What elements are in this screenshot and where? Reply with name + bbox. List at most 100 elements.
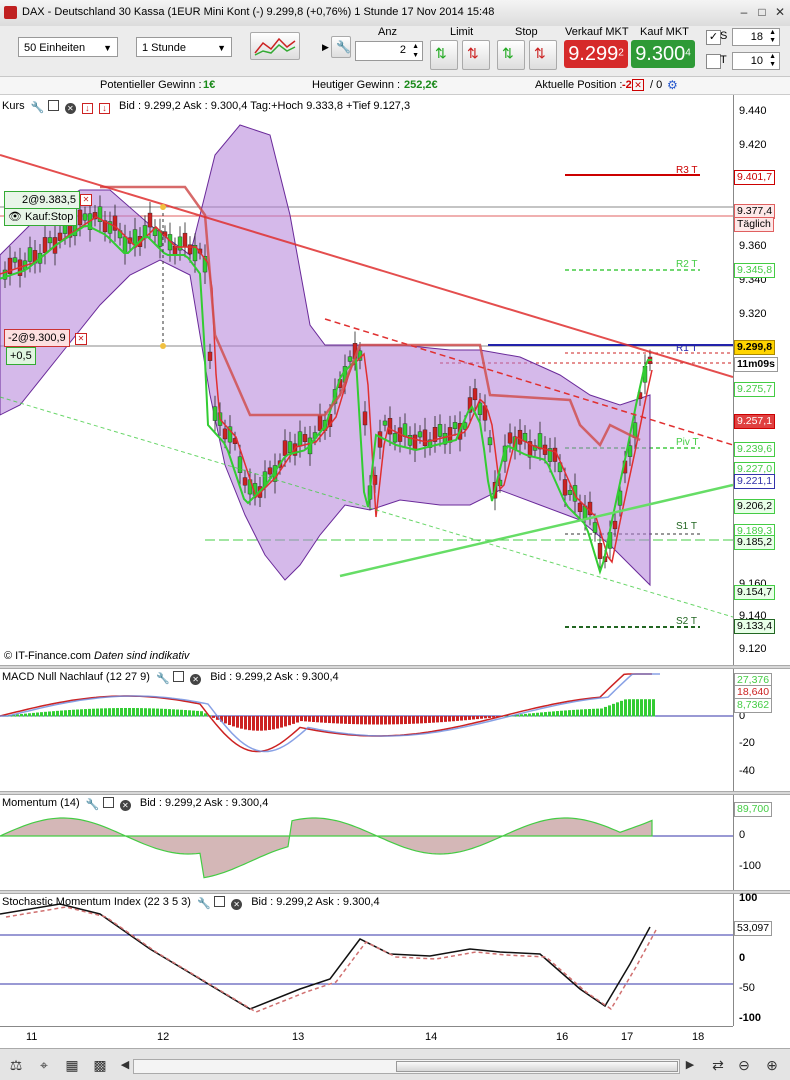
order-type-tag[interactable]: 👁 Kauf:Stop [4,208,78,226]
scroll-right-icon[interactable]: ▶ [682,1057,698,1073]
close-icon[interactable]: ✕ [231,899,243,910]
macd-histogram-bar [420,716,423,724]
time-label: 16 [556,1031,569,1043]
limit-buy-icon: ⇅ [435,45,447,61]
anz-value: 2 [399,44,406,56]
time-axis[interactable]: 11 12 13 14 16 17 18 [0,1026,733,1047]
interval-select[interactable]: 1 Stunde ▼ [136,37,232,57]
window-icon[interactable] [102,797,114,808]
bottom-toolbar: ⚖ ⌖ ▦ ▩ ◀ ▶ ⇄ ⊖ ⊕ [0,1048,790,1080]
close-icon[interactable]: ✕ [64,103,76,114]
limit-buy-button[interactable]: ⇅ [430,40,458,70]
position-label: Aktuelle Position : [535,79,623,91]
t-checkbox[interactable] [706,54,721,69]
candle-body [487,437,493,446]
macd-chart[interactable] [0,669,733,791]
scale-icon[interactable]: ⚖ [8,1057,24,1073]
buy-market-button[interactable]: 9.3004 [631,40,695,68]
smi-panel[interactable]: Stochastic Momentum Index (22 3 5 3) 🔧 ✕… [0,892,790,1026]
sell-arrow-icon[interactable]: ↓ [81,103,93,114]
position-tag-label: -2@9.300,9 [8,332,66,344]
limit-sell-button[interactable]: ⇅ [462,40,490,70]
close-position-icon[interactable]: ✕ [632,79,644,91]
fit-icon[interactable]: ⇄ [710,1057,726,1073]
candle-body [537,433,543,450]
candle-body [517,429,523,445]
candle-body [347,356,353,362]
chart-type-button[interactable] [250,32,300,60]
order-tag-buy-stop[interactable]: 2@9.383,5 [4,191,80,209]
maximize-icon[interactable]: □ [755,5,769,19]
s-checkbox[interactable]: ✓ [706,30,721,45]
price-tag: 9.185,2 [734,535,776,550]
chevron-down-icon: ▼ [217,43,226,53]
macd-histogram-bar [440,716,443,723]
candle-body [282,440,288,456]
close-icon[interactable]: ✕ [119,800,131,811]
candle-body [452,422,458,429]
wrench-button[interactable]: 🔧 [331,36,351,58]
macd-histogram-bar [160,708,163,717]
collapse-arrow-icon[interactable]: ▶ [322,42,329,53]
position-tag[interactable]: -2@9.300,9 [4,329,70,347]
axis-tick: -50 [739,982,755,994]
current-price-tag: 9.299,8 [734,340,776,355]
momentum-panel[interactable]: Momentum (14) 🔧 ✕ Bid : 9.299,2 Ask : 9.… [0,795,790,890]
stop-sell-button[interactable]: ⇅ [529,40,557,70]
momentum-panel-header: Momentum (14) 🔧 ✕ Bid : 9.299,2 Ask : 9.… [2,795,268,811]
close-icon[interactable]: ✕ [75,333,87,345]
s-field[interactable]: 18 ▲ ▼ [732,28,780,46]
candle-body [407,435,413,446]
grid-icon[interactable]: ▦ [64,1057,80,1073]
macd-histogram-bar [612,703,615,717]
minimize-icon[interactable]: – [737,5,751,19]
zoom-out-icon[interactable]: ⊖ [736,1057,752,1073]
close-icon[interactable]: ✕ [773,5,787,19]
gear-icon[interactable]: ⚙ [667,78,678,92]
t-field[interactable]: 10 ▲ ▼ [732,52,780,70]
macd-panel[interactable]: MACD Null Nachlauf (12 27 9) 🔧 ✕ Bid : 9… [0,669,790,791]
close-icon[interactable]: ✕ [80,194,92,206]
wrench-icon[interactable]: 🔧 [197,896,211,910]
scroll-left-icon[interactable]: ◀ [117,1057,133,1073]
sell-market-button[interactable]: 9.2992 [564,40,628,68]
units-select[interactable]: 50 Einheiten ▼ [18,37,118,57]
price-chart-panel[interactable]: R3 T R2 T R1 T Piv T S1 T S2 T Kurs 🔧 ✕ … [0,95,790,665]
anz-field[interactable]: 2 ▲ ▼ [355,41,423,61]
window-icon[interactable] [214,896,226,907]
panel-name: Kurs [2,100,25,112]
stop-buy-button[interactable]: ⇅ [497,40,525,70]
wrench-icon[interactable]: 🔧 [31,100,45,114]
wrench-icon[interactable]: 🔧 [85,797,99,811]
close-icon[interactable]: ✕ [190,674,202,685]
window-icon[interactable] [173,671,185,682]
scrollbar-thumb[interactable] [396,1061,678,1072]
time-label: 12 [157,1031,170,1043]
window-icon[interactable] [47,100,59,111]
spinner-arrows-icon[interactable]: ▲ ▼ [412,42,419,60]
spinner-arrows-icon[interactable]: ▲ ▼ [769,29,776,45]
macd-histogram-bar [32,712,35,717]
smi-axis[interactable]: 100 0 -50 -100 [733,892,790,1026]
sell-arrow-icon[interactable]: ↓ [98,103,110,114]
zoom-in-icon[interactable]: ⊕ [764,1057,780,1073]
spinner-arrows-icon[interactable]: ▲ ▼ [769,53,776,69]
crosshair-icon[interactable]: ⌖ [36,1057,52,1073]
price-tag: 9.401,7 [734,170,776,185]
macd-histogram-bar [120,708,123,717]
zoom-box-icon[interactable]: ▩ [92,1057,108,1073]
macd-histogram-bar [328,716,331,724]
wrench-icon[interactable]: 🔧 [156,671,170,685]
price-chart[interactable]: R3 T R2 T R1 T Piv T S1 T S2 T [0,95,733,665]
axis-tick: -40 [739,765,755,777]
footer-note: Daten sind indikativ [94,650,190,662]
price-tag: 9.206,2 [734,499,776,514]
macd-histogram-bar [388,716,391,725]
candle-body [597,543,603,559]
axis-tick: 9.320 [739,308,767,320]
sell-price-decimal: 2 [618,47,624,59]
horizontal-scrollbar[interactable] [133,1059,680,1074]
axis-tick: -100 [739,860,762,872]
candle-body [552,447,558,462]
smi-chart[interactable] [0,894,733,1026]
